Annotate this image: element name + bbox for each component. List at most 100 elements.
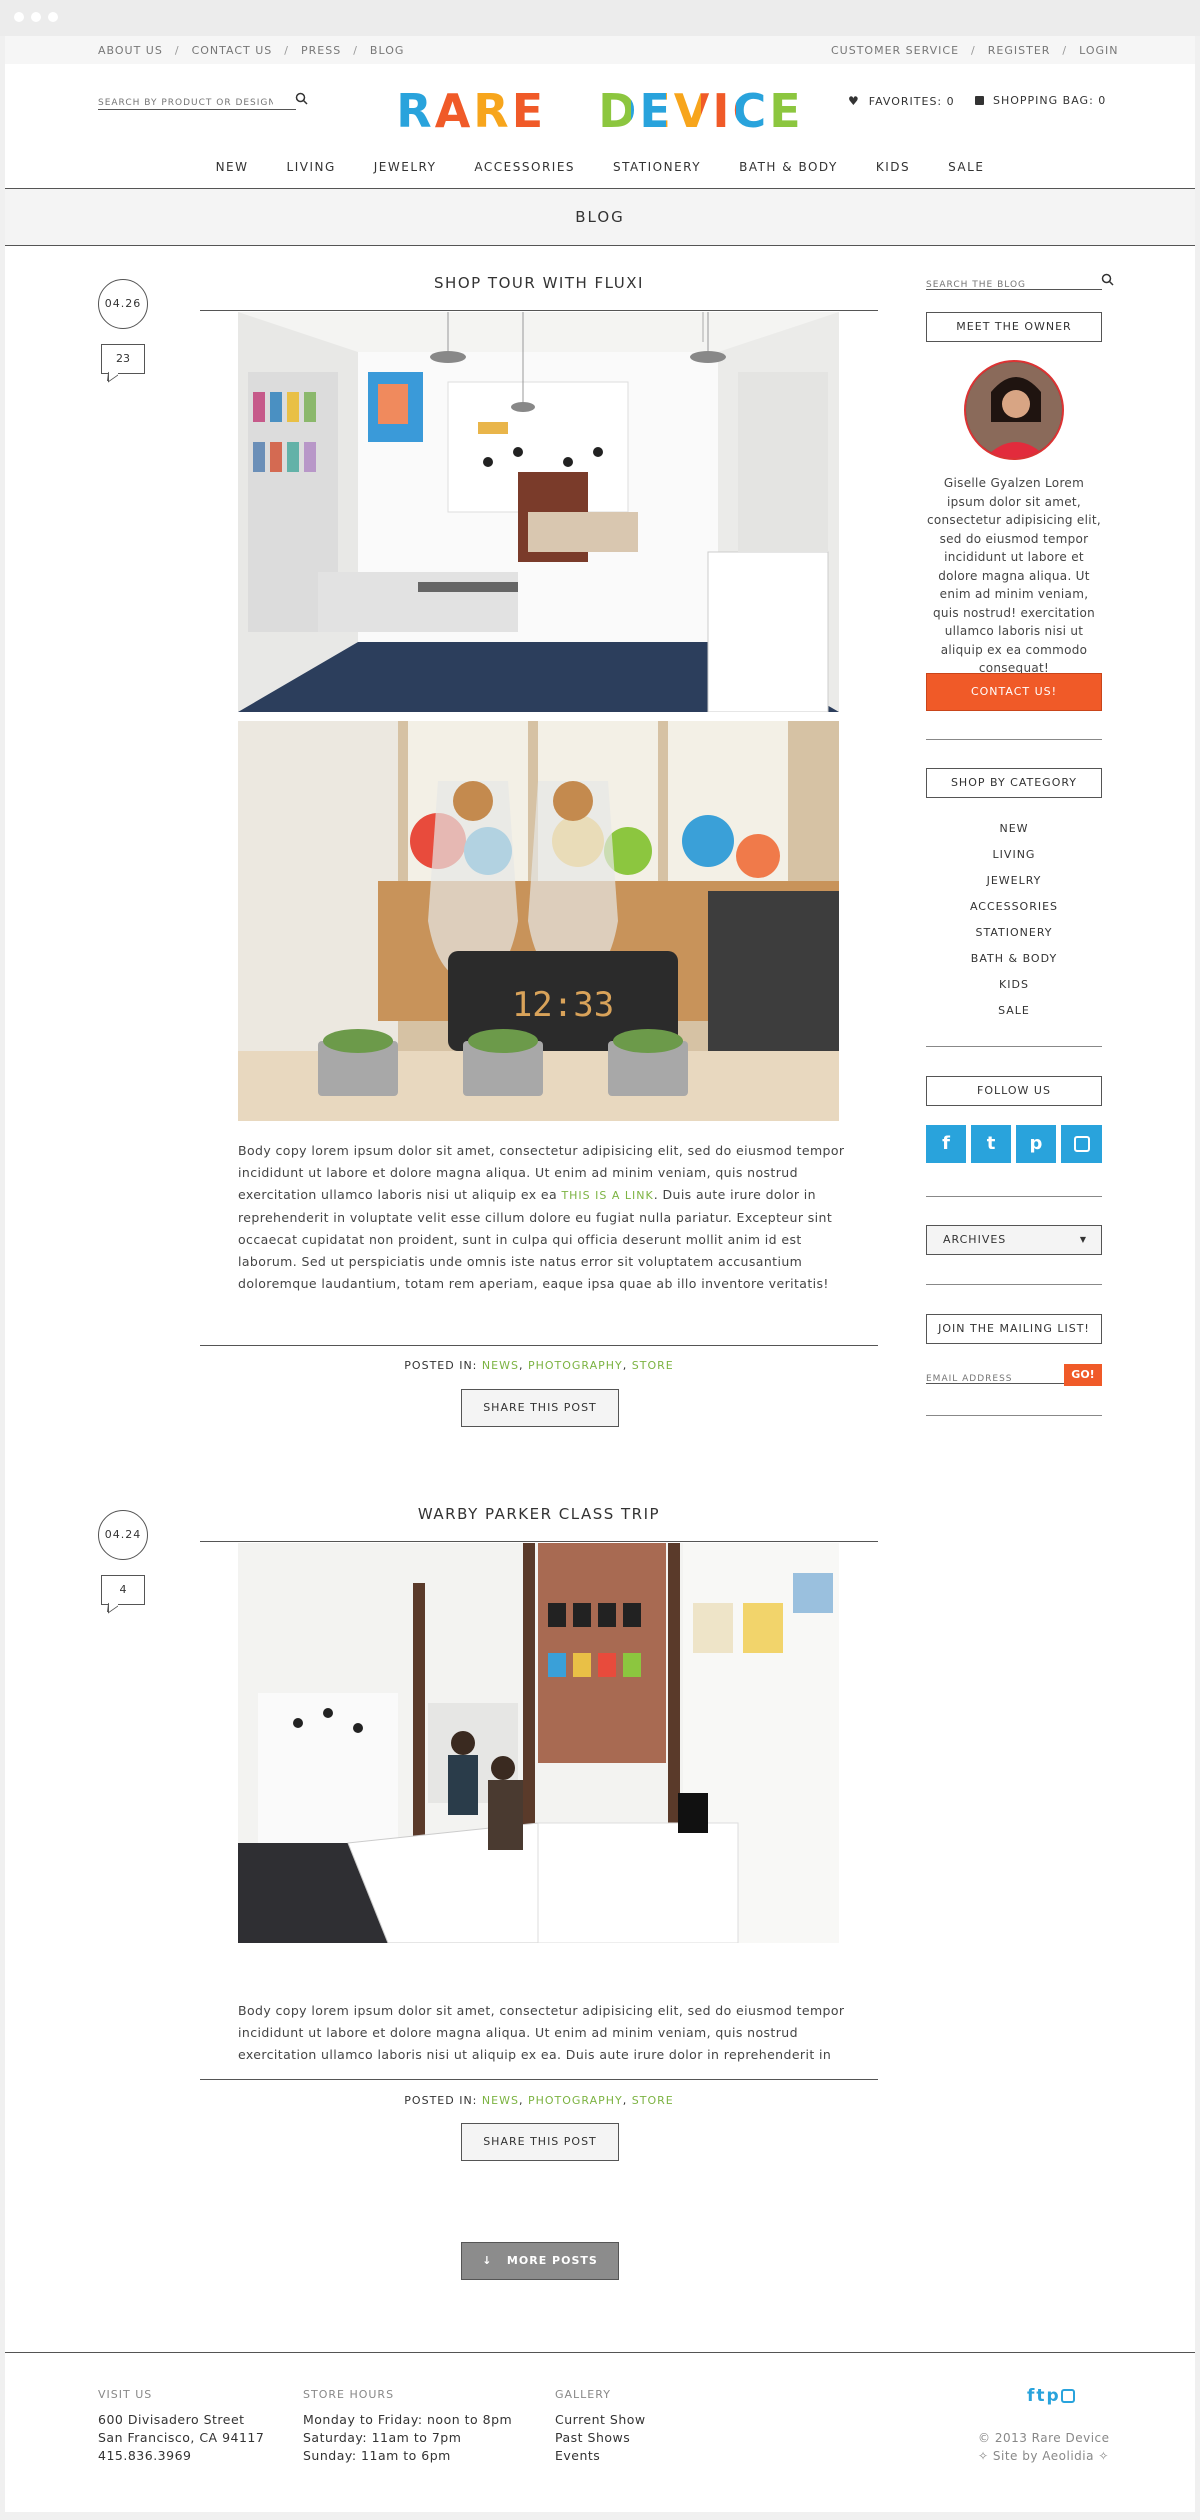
sidebar-category-sale[interactable]: SALE <box>926 1004 1102 1017</box>
share-post-button[interactable]: SHARE THIS POST <box>461 1389 619 1427</box>
email-field[interactable] <box>926 1374 1061 1384</box>
tag-news[interactable]: NEWS <box>482 1359 519 1372</box>
sidebar-divider <box>926 739 1102 740</box>
share-post-button[interactable]: SHARE THIS POST <box>461 2123 619 2161</box>
tag-store[interactable]: STORE <box>632 2094 674 2107</box>
register-link[interactable]: REGISTER <box>988 44 1051 57</box>
gallery-past-shows-link[interactable]: Past Shows <box>555 2429 646 2447</box>
shopping-bag-icon <box>975 96 984 105</box>
facebook-icon[interactable]: f <box>926 1125 966 1163</box>
post-photo-shop-interior <box>238 312 839 712</box>
separator: / <box>284 44 289 57</box>
bubble-tail <box>108 1596 118 1614</box>
posted-in: POSTED IN: NEWS, PHOTOGRAPHY, STORE <box>404 1359 674 1372</box>
press-link[interactable]: PRESS <box>301 44 341 57</box>
separator: / <box>174 44 180 57</box>
nav-stationery[interactable]: STATIONERY <box>594 160 720 174</box>
page-title: BLOG <box>5 188 1195 246</box>
posted-in-label: POSTED IN: <box>404 1359 478 1372</box>
sparkle-icon: ✧ <box>978 2449 989 2463</box>
facebook-icon[interactable]: f <box>1027 2386 1034 2406</box>
about-us-link[interactable]: ABOUT US <box>98 44 163 57</box>
post-title[interactable]: SHOP TOUR WITH FLUXI <box>200 274 878 292</box>
comment-count[interactable]: 23 <box>101 344 145 383</box>
favorites-count: FAVORITES: 0 <box>868 95 955 108</box>
window-dot[interactable] <box>14 12 24 22</box>
sidebar-category-new[interactable]: NEW <box>926 822 1102 835</box>
contact-us-button[interactable]: CONTACT US! <box>926 673 1102 711</box>
mailing-list-heading: JOIN THE MAILING LIST! <box>926 1314 1102 1344</box>
more-posts-label: MORE POSTS <box>506 2254 598 2267</box>
contact-us-link[interactable]: CONTACT US <box>192 44 273 57</box>
nav-sale[interactable]: SALE <box>929 160 1003 174</box>
title-divider <box>200 310 878 311</box>
pinterest-icon[interactable]: p <box>1016 1125 1056 1163</box>
owner-avatar <box>964 360 1064 460</box>
email-submit-button[interactable]: GO! <box>1064 1364 1102 1386</box>
gallery-events-link[interactable]: Events <box>555 2447 646 2465</box>
sidebar-category-accessories[interactable]: ACCESSORIES <box>926 900 1102 913</box>
twitter-icon[interactable]: t <box>971 1125 1011 1163</box>
twitter-icon[interactable]: t <box>1036 2386 1044 2406</box>
blog-search-input[interactable] <box>926 280 1076 290</box>
footer-hours-heading: STORE HOURS <box>303 2388 395 2401</box>
bag-count: SHOPPING BAG: 0 <box>993 94 1107 107</box>
instagram-icon[interactable] <box>1060 2389 1075 2403</box>
inline-link[interactable]: THIS IS A LINK <box>561 1189 653 1202</box>
utility-bar: ABOUT US / CONTACT US / PRESS / BLOG CUSTOM… <box>5 36 1195 64</box>
sidebar-category-living[interactable]: LIVING <box>926 848 1102 861</box>
browser-window: ABOUT US / CONTACT US / PRESS / BLOG CUSTOM… <box>0 0 1200 2520</box>
login-link[interactable]: LOGIN <box>1079 44 1118 57</box>
tag-news[interactable]: NEWS <box>482 2094 519 2107</box>
comment-count[interactable]: 4 <box>101 1575 145 1614</box>
nav-living[interactable]: LIVING <box>268 160 355 174</box>
shopping-bag[interactable]: SHOPPING BAG: 0 <box>975 94 1106 107</box>
nav-new[interactable]: NEW <box>197 160 268 174</box>
window-dot[interactable] <box>48 12 58 22</box>
footer-gallery-heading: GALLERY <box>555 2388 611 2401</box>
post-title[interactable]: WARBY PARKER CLASS TRIP <box>200 1505 878 1523</box>
sidebar-category-stationery[interactable]: STATIONERY <box>926 926 1102 939</box>
post-footer-divider <box>200 2079 878 2080</box>
nav-accessories[interactable]: ACCESSORIES <box>455 160 594 174</box>
footer-divider <box>5 2352 1195 2353</box>
customer-service-link[interactable]: CUSTOMER SERVICE <box>831 44 959 57</box>
email-field-wrap <box>926 1366 1064 1384</box>
nav-jewelry[interactable]: JEWELRY <box>355 160 456 174</box>
sidebar-category-jewelry[interactable]: JEWELRY <box>926 874 1102 887</box>
archives-dropdown[interactable]: ARCHIVES ▼ <box>926 1225 1102 1255</box>
nav-bath-body[interactable]: BATH & BODY <box>720 160 857 174</box>
sidebar-divider <box>926 1196 1102 1197</box>
favorites[interactable]: ♥ FAVORITES: 0 <box>848 94 955 108</box>
post-date: 04.26 <box>98 279 148 329</box>
copyright: © 2013 Rare Device <box>978 2431 1110 2445</box>
nav-kids[interactable]: KIDS <box>857 160 929 174</box>
hours-weekday: Monday to Friday: noon to 8pm <box>303 2412 513 2427</box>
sidebar-divider <box>926 1415 1102 1416</box>
separator: / <box>1062 44 1068 57</box>
web-page: ABOUT US / CONTACT US / PRESS / BLOG CUSTOM… <box>5 36 1195 2512</box>
pinterest-icon[interactable]: p <box>1047 2386 1059 2406</box>
search-icon[interactable] <box>1101 273 1114 286</box>
sidebar-category-kids[interactable]: KIDS <box>926 978 1102 991</box>
window-dot[interactable] <box>31 12 41 22</box>
site-credit[interactable]: ✧ Site by Aeolidia ✧ <box>978 2449 1109 2463</box>
utility-links-right: CUSTOMER SERVICE / REGISTER / LOGIN <box>831 44 1119 57</box>
footer-visit-heading: VISIT US <box>98 2388 153 2401</box>
phone-number[interactable]: 415.836.3969 <box>98 2447 264 2465</box>
caret-down-icon: ▼ <box>1079 1235 1087 1244</box>
blog-link[interactable]: BLOG <box>370 44 404 57</box>
hours-sunday: Sunday: 11am to 6pm <box>303 2448 451 2463</box>
title-divider <box>200 1541 878 1542</box>
instagram-icon[interactable] <box>1061 1125 1102 1163</box>
post-body-text: . Duis aute irure dolor in reprehenderit… <box>238 1187 833 1291</box>
tag-store[interactable]: STORE <box>632 1359 674 1372</box>
post-footer-divider <box>200 1345 878 1346</box>
sidebar-category-bath-body[interactable]: BATH & BODY <box>926 952 1102 965</box>
more-posts-button[interactable]: ↓ MORE POSTS <box>461 2242 619 2280</box>
gallery-current-show-link[interactable]: Current Show <box>555 2411 646 2429</box>
tag-photography[interactable]: PHOTOGRAPHY <box>528 1359 623 1372</box>
tag-photography[interactable]: PHOTOGRAPHY <box>528 2094 623 2107</box>
post-date: 04.24 <box>98 1510 148 1560</box>
separator: / <box>353 44 358 57</box>
